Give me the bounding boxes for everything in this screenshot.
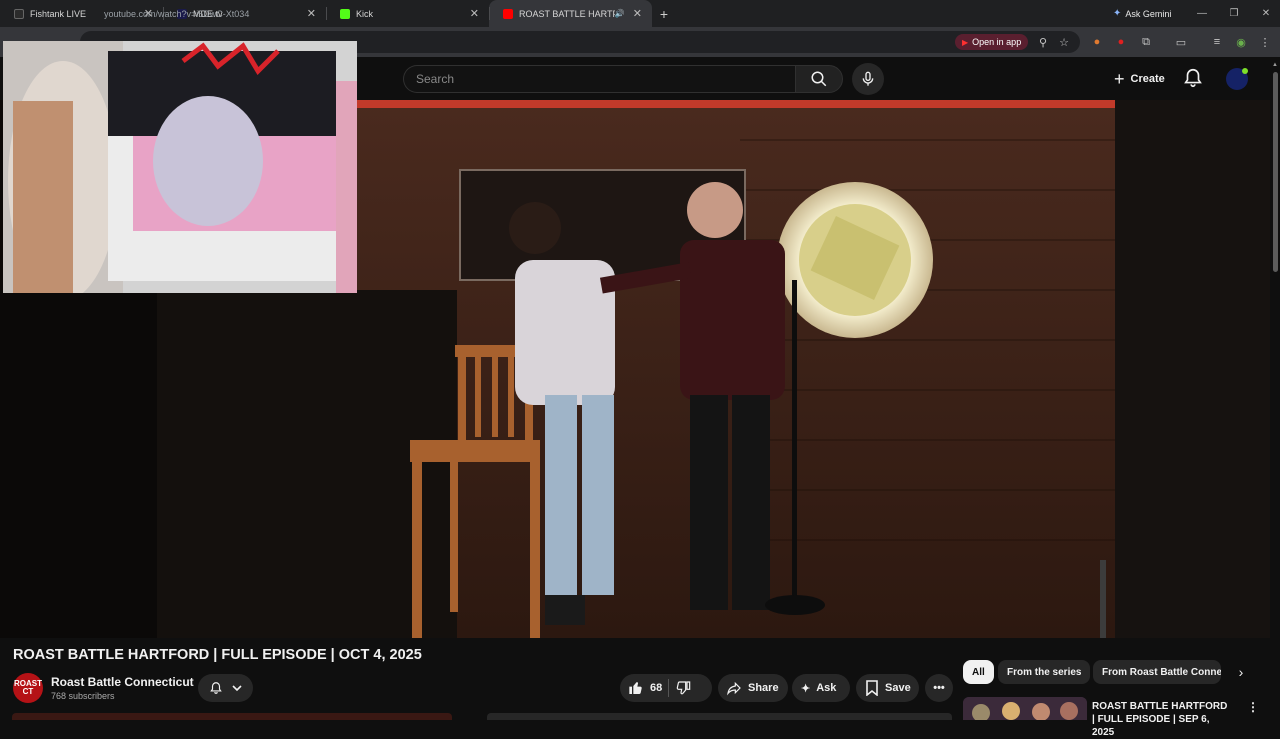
- bookmark-icon: [865, 680, 879, 696]
- like-dislike-group: 68: [620, 674, 712, 702]
- create-label: Create: [1130, 73, 1165, 85]
- like-divider: [668, 679, 670, 697]
- bell-icon: [209, 682, 222, 694]
- open-in-app-label: Open in app: [972, 37, 1022, 47]
- tab-kick[interactable]: Kick ✕: [326, 0, 489, 27]
- tab-title: ROAST BATTLE HARTFORD: [519, 8, 615, 19]
- new-tab-button[interactable]: +: [652, 0, 676, 27]
- chevron-down-icon: [232, 685, 242, 692]
- thumbs-down-icon: [676, 681, 691, 695]
- share-button[interactable]: Share: [718, 674, 788, 702]
- ask-gemini-label: Ask Gemini: [1125, 8, 1172, 19]
- zoom-icon[interactable]: ⚲: [1034, 33, 1052, 51]
- profile-icon[interactable]: ◉: [1232, 33, 1250, 51]
- thumbnail-image: [963, 697, 1087, 720]
- dislike-button[interactable]: [675, 674, 691, 702]
- like-count: 68: [650, 682, 663, 694]
- kebab-menu-icon[interactable]: ⋮: [1256, 33, 1274, 51]
- subscriber-count: 768 subscribers: [51, 691, 115, 701]
- ask-label: Ask: [816, 682, 837, 694]
- voice-search-button[interactable]: [852, 63, 884, 95]
- notifications-bell-icon[interactable]: [1182, 67, 1204, 89]
- kick-favicon-icon: [340, 8, 350, 19]
- video-title: ROAST BATTLE HARTFORD | FULL EPISODE | O…: [13, 647, 422, 663]
- scroll-up-arrow-icon[interactable]: ▲: [1272, 62, 1278, 68]
- youtube-favicon-icon: [503, 8, 513, 19]
- fishtank-favicon-icon: [14, 8, 24, 19]
- restore-icon[interactable]: ❐: [1218, 0, 1250, 27]
- sparkle-icon: ✦: [801, 682, 811, 695]
- plus-icon: +: [1114, 68, 1125, 89]
- chevron-right-icon[interactable]: ›: [1232, 662, 1250, 682]
- like-button[interactable]: 68: [620, 674, 662, 702]
- close-tab-icon[interactable]: ✕: [470, 7, 479, 20]
- comments-preview: [487, 713, 952, 720]
- chip-all[interactable]: All: [963, 660, 994, 684]
- subscription-bell-button[interactable]: [198, 674, 253, 702]
- save-button[interactable]: Save: [856, 674, 919, 702]
- search-button[interactable]: [795, 65, 843, 93]
- microphone-icon: [862, 71, 874, 86]
- share-arrow-icon: [726, 680, 742, 696]
- cast-icon[interactable]: ▭: [1172, 33, 1190, 51]
- close-tab-icon[interactable]: ✕: [633, 7, 642, 20]
- account-avatar[interactable]: [1226, 68, 1248, 90]
- create-button[interactable]: + Create: [1104, 65, 1175, 93]
- channel-name[interactable]: Roast Battle Connecticut: [51, 675, 194, 689]
- url-text[interactable]: youtube.com/watch?v=i5DwC-Xt034: [104, 9, 249, 19]
- minimize-icon[interactable]: —: [1186, 0, 1218, 27]
- share-label: Share: [748, 682, 779, 694]
- more-horizontal-icon: •••: [933, 682, 945, 694]
- close-tab-icon[interactable]: ✕: [307, 7, 316, 20]
- page-scrollbar[interactable]: ▲: [1271, 60, 1280, 720]
- search-icon: [811, 71, 827, 87]
- ask-button[interactable]: ✦ Ask: [792, 674, 850, 702]
- more-actions-button[interactable]: •••: [925, 674, 953, 702]
- kebab-menu-icon[interactable]: ⋮: [1247, 700, 1259, 714]
- tab-roast-battle[interactable]: ROAST BATTLE HARTFORD 🔊 ✕: [489, 0, 652, 27]
- channel-avatar[interactable]: ROAST CT: [13, 673, 43, 703]
- save-label: Save: [885, 682, 911, 694]
- open-in-app-button[interactable]: ▶ Open in app: [955, 34, 1029, 50]
- thumbs-up-icon: [628, 680, 644, 696]
- puzzle-icon[interactable]: ⧉: [1137, 33, 1155, 51]
- search-input[interactable]: Search: [403, 65, 795, 93]
- chip-from-channel[interactable]: From Roast Battle Connecticut: [1093, 660, 1221, 684]
- ask-gemini-button[interactable]: ✦ Ask Gemini: [1104, 4, 1180, 23]
- status-dot: [1242, 68, 1248, 74]
- webcam-overlay: [3, 41, 357, 293]
- scrollbar-thumb[interactable]: [1273, 72, 1278, 272]
- tab-title: Kick: [356, 8, 374, 19]
- gemini-sparkle-icon: ✦: [1113, 8, 1122, 19]
- extension-icon[interactable]: ●: [1088, 33, 1106, 51]
- webcam-feed: [3, 41, 357, 293]
- youtube-logo-icon: ▶: [962, 37, 969, 47]
- chip-from-series[interactable]: From the series: [998, 660, 1091, 684]
- speaker-icon[interactable]: 🔊: [615, 9, 625, 18]
- bookmark-star-icon[interactable]: ☆: [1055, 33, 1073, 51]
- window-close-icon[interactable]: ✕: [1250, 0, 1280, 27]
- description-preview: [12, 713, 452, 720]
- recommendation-thumbnail[interactable]: [963, 697, 1087, 720]
- extension-icon[interactable]: ●: [1112, 33, 1130, 51]
- media-controls-icon[interactable]: ≡: [1208, 33, 1226, 51]
